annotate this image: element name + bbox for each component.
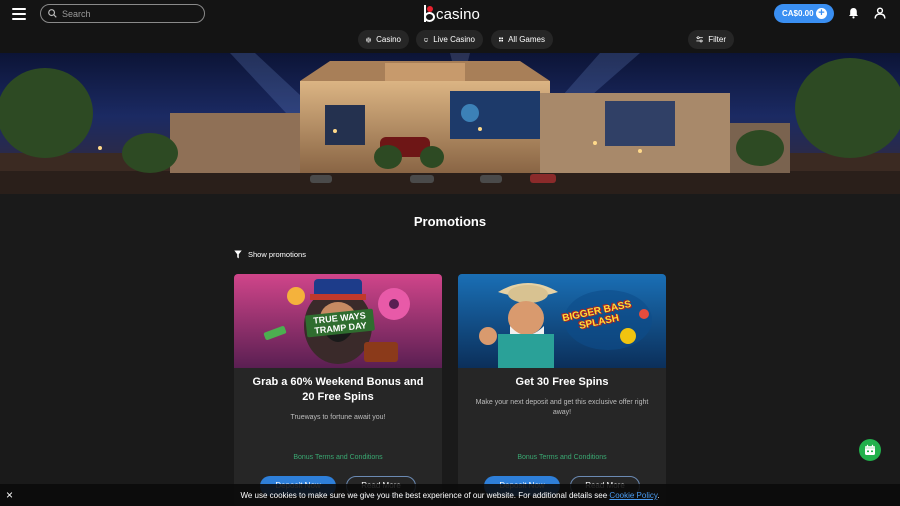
chat-button[interactable] [859, 439, 881, 461]
search-box[interactable] [40, 4, 205, 23]
filter-label: Filter [708, 35, 726, 44]
cookie-suffix: . [657, 491, 660, 500]
hamburger-icon[interactable] [12, 8, 26, 20]
promo-card-image[interactable]: BIGGER BASS SPLASH [458, 274, 666, 368]
promo-card-description: Trueways to fortune await you! [290, 414, 386, 421]
promo-card-title: Grab a 60% Weekend Bonus and 20 Free Spi… [252, 376, 424, 403]
nav-casino-label: Casino [376, 35, 401, 44]
bonus-terms-link[interactable]: Bonus Terms and Conditions [234, 454, 442, 461]
promo-card: TRUE WAYS TRAMP DAY Grab a 60% Weekend B… [234, 274, 442, 506]
plus-icon: + [816, 8, 827, 19]
filter-button[interactable]: Filter [688, 30, 734, 49]
hero-banner [0, 53, 900, 194]
tv-icon [424, 37, 429, 42]
nav-all-games-button[interactable]: All Games [491, 30, 553, 49]
site-logo[interactable]: casino [423, 4, 480, 24]
balance-amount: CA$0.00 [782, 9, 814, 18]
promo-art-text: TRUE WAYS TRAMP DAY [312, 310, 368, 336]
grid-icon [499, 37, 504, 42]
cookie-banner: × We use cookies to make sure we give yo… [0, 484, 900, 506]
promo-card-title: Get 30 Free Spins [515, 376, 609, 388]
promo-card-description: Make your next deposit and get this excl… [475, 399, 649, 416]
casino-chip-icon [366, 37, 371, 42]
page-title: Promotions [413, 214, 487, 229]
sliders-icon [696, 36, 703, 43]
promo-card: BIGGER BASS SPLASH Get 30 Free Spins Mak… [458, 274, 666, 506]
funnel-icon [234, 250, 242, 259]
nav-all-games-label: All Games [508, 35, 545, 44]
show-promotions-filter[interactable]: Show promotions [234, 250, 306, 259]
nav-live-casino-button[interactable]: Live Casino [416, 30, 483, 49]
cookie-message: We use cookies to make sure we give you … [0, 491, 900, 500]
cookie-text: We use cookies to make sure we give you … [240, 491, 610, 500]
category-nav: Casino Live Casino All Games Filter [0, 28, 900, 53]
nav-casino-button[interactable]: Casino [358, 30, 409, 49]
search-input[interactable] [62, 6, 200, 21]
search-icon [48, 9, 57, 18]
nav-live-casino-label: Live Casino [433, 35, 475, 44]
balance-button[interactable]: CA$0.00 + [774, 4, 834, 23]
calendar-icon [865, 444, 875, 455]
banner-casino-night-image [0, 53, 900, 194]
bell-icon[interactable] [848, 7, 859, 19]
user-icon[interactable] [874, 7, 886, 19]
bonus-terms-link[interactable]: Bonus Terms and Conditions [458, 454, 666, 461]
logo-text: casino [436, 5, 480, 23]
logo-b-mark [423, 5, 435, 23]
promo-card-image[interactable]: TRUE WAYS TRAMP DAY [234, 274, 442, 368]
cookie-policy-link[interactable]: Cookie Policy [609, 491, 657, 500]
top-header: casino CA$0.00 + [0, 0, 900, 28]
show-promotions-label: Show promotions [248, 250, 306, 259]
